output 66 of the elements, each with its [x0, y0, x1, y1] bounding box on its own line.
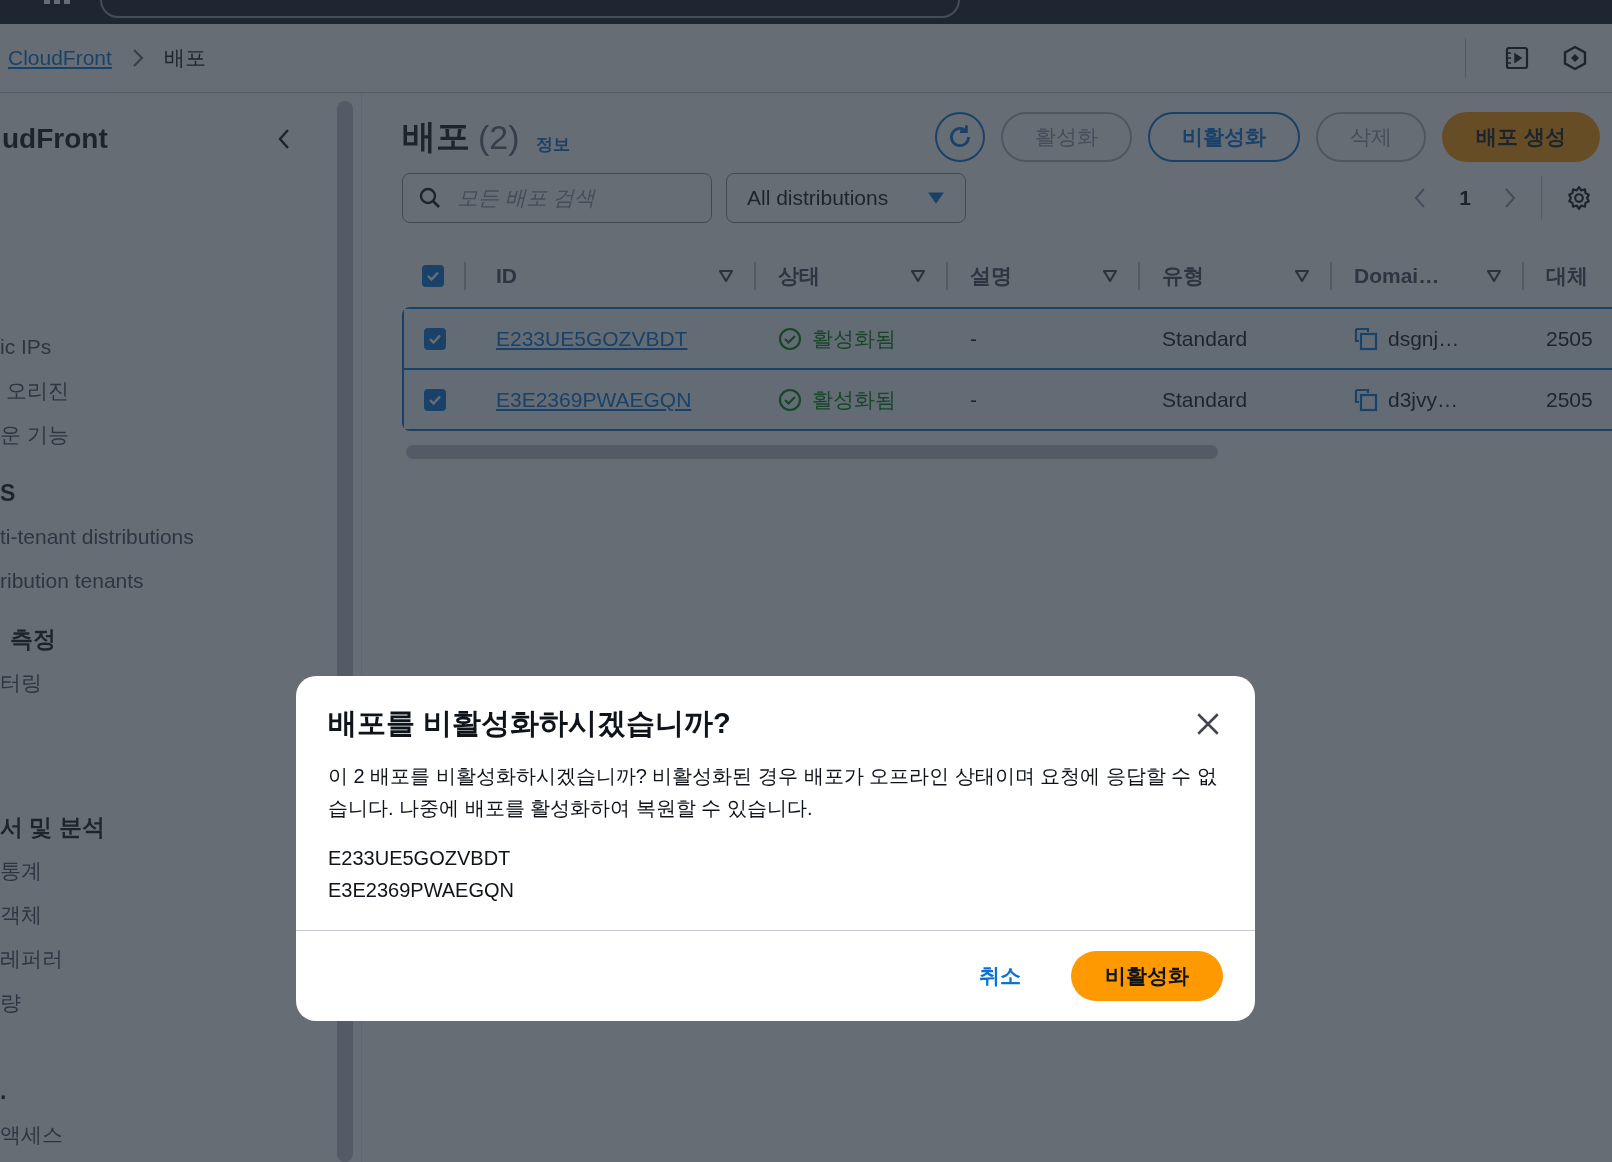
- distribution-id: E233UE5GOZVBDT: [328, 846, 512, 871]
- hexagon-icon[interactable]: [1562, 45, 1588, 71]
- previous-page-icon[interactable]: [1413, 187, 1428, 209]
- select-all-checkbox[interactable]: [422, 265, 444, 287]
- table-cell: d3jvy…: [1388, 387, 1459, 412]
- caret-down-icon: [927, 191, 945, 205]
- cancel-button[interactable]: 취소: [973, 961, 1027, 991]
- apps-grid-icon[interactable]: [44, 0, 70, 4]
- section-heading: 측정: [9, 625, 57, 654]
- action-button[interactable]: 배포 생성: [1442, 112, 1600, 162]
- table-cell: Standard: [1162, 387, 1248, 412]
- distribution-id-link[interactable]: E233UE5GOZVBDT: [496, 326, 688, 351]
- table-cell: -: [970, 387, 977, 412]
- info-link[interactable]: 정보: [535, 132, 570, 156]
- sidebar-link[interactable]: 액세스: [0, 1113, 335, 1157]
- row-checkbox[interactable]: [424, 388, 446, 411]
- breadcrumb-link[interactable]: CloudFront: [8, 46, 112, 70]
- next-page-icon[interactable]: [1503, 187, 1517, 209]
- page-title: 배포: [402, 116, 470, 157]
- sidebar-link[interactable]: ti-tenant distributions: [0, 515, 335, 559]
- panel-icon[interactable]: [1504, 45, 1530, 71]
- table-cell: -: [970, 326, 977, 351]
- sort-icon[interactable]: [1102, 269, 1118, 283]
- dialog-message: 이 2 배포를 비활성화하시겠습니까? 비활성화된 경우 배포가 오프라인 상태이며 요청에 응답할 수 없습니다. 나중에 배포를 활성화하여 복원할 수 있습니다.: [328, 764, 1218, 821]
- sidebar-link[interactable]: 운 기능: [0, 413, 335, 457]
- sidebar-link[interactable]: 오리진: [0, 369, 335, 413]
- sort-icon[interactable]: [718, 269, 734, 283]
- table-cell: Standard: [1162, 326, 1248, 351]
- action-button[interactable]: 비활성화: [1148, 112, 1301, 162]
- deactivate-button[interactable]: 비활성화: [1071, 951, 1223, 1001]
- close-icon[interactable]: [1195, 711, 1221, 737]
- status-text: 활성화됨: [812, 386, 896, 413]
- filter-dropdown[interactable]: All distributions: [726, 173, 966, 223]
- column-header[interactable]: Domai…: [1354, 264, 1440, 288]
- status-text: 활성화됨: [812, 325, 896, 352]
- chevron-right-icon: [131, 48, 144, 68]
- table-cell: 2505: [1546, 387, 1593, 412]
- page-number[interactable]: 1: [1459, 186, 1471, 210]
- dialog-title: 배포를 비활성화하시겠습니까?: [328, 706, 731, 741]
- breadcrumb-current: 배포: [163, 45, 206, 71]
- distribution-id: E3E2369PWAEGQN: [328, 878, 515, 903]
- sort-icon[interactable]: [1294, 269, 1310, 283]
- column-header[interactable]: 유형: [1162, 262, 1204, 290]
- copy-icon[interactable]: [1354, 326, 1378, 351]
- check-circle-icon: [778, 387, 802, 412]
- sort-icon[interactable]: [910, 269, 926, 283]
- sidebar-title: udFront: [2, 123, 108, 155]
- column-header[interactable]: 상태: [778, 262, 820, 290]
- sidebar-link[interactable]: ic IPs: [0, 325, 335, 369]
- sort-icon[interactable]: [1486, 269, 1502, 283]
- column-header[interactable]: 설명: [970, 262, 1012, 290]
- section-heading: 서 및 분석: [0, 813, 106, 842]
- column-header[interactable]: 대체: [1546, 262, 1588, 290]
- table-cell: 2505: [1546, 326, 1593, 351]
- refresh-button[interactable]: [935, 112, 986, 162]
- sidebar-link[interactable]: ribution tenants: [0, 559, 335, 603]
- check-circle-icon: [778, 326, 802, 351]
- section-heading: S: [0, 479, 17, 508]
- distribution-id-link[interactable]: E3E2369PWAEGQN: [496, 387, 692, 412]
- settings-icon[interactable]: [1566, 185, 1592, 211]
- column-header[interactable]: ID: [496, 264, 517, 288]
- section-heading: .: [0, 1077, 8, 1106]
- chevron-left-icon[interactable]: [277, 128, 291, 150]
- table-cell: dsgnj…: [1388, 326, 1460, 351]
- row-checkbox[interactable]: [424, 327, 446, 350]
- copy-icon[interactable]: [1354, 387, 1378, 412]
